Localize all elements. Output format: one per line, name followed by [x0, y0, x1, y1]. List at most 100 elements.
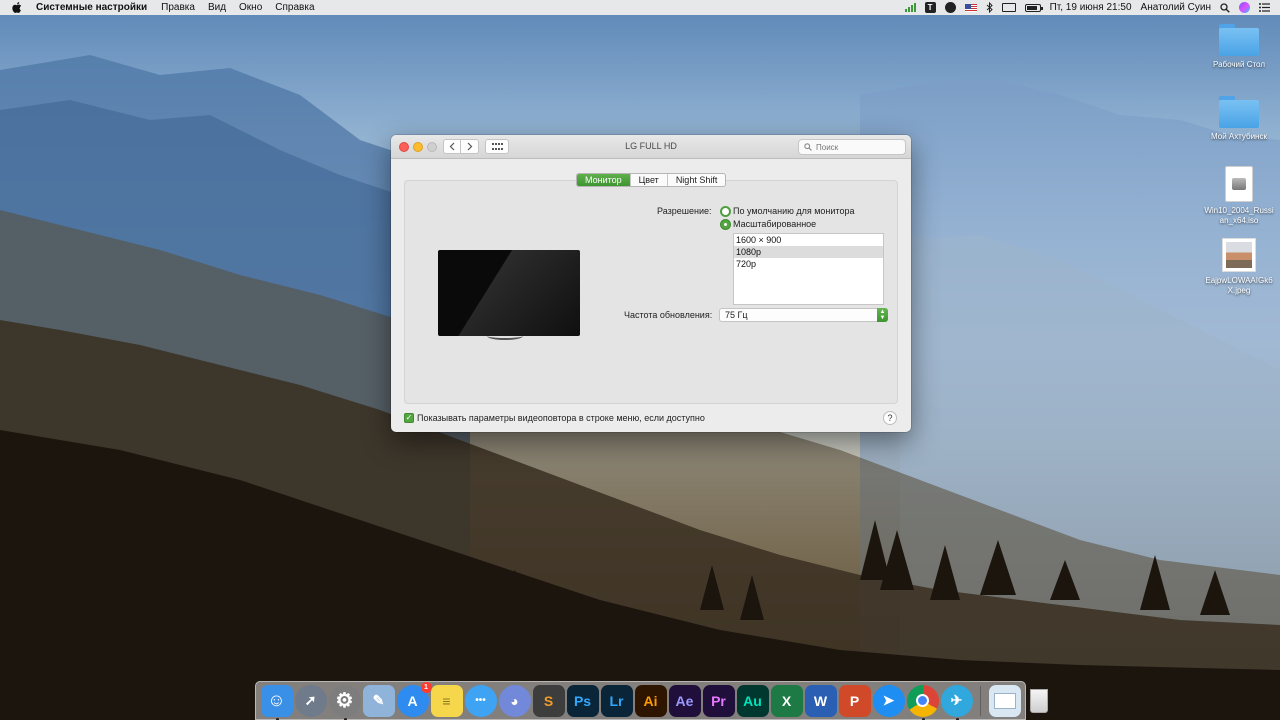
mirroring-checkbox-label[interactable]: Показывать параметры видеоповтора в стро… [417, 413, 705, 423]
trash-icon [1029, 688, 1048, 713]
resolution-label: Разрешение: [657, 206, 712, 216]
illustrator-icon: Ai [643, 692, 658, 709]
list-item[interactable]: 1080p [734, 246, 883, 258]
excel-icon: X [781, 692, 792, 709]
telegram-icon[interactable] [944, 2, 956, 13]
dock-excel[interactable]: X [770, 684, 803, 717]
desktop-folder-moy-akhtubinsk[interactable]: Мой Ахтубинск [1203, 96, 1275, 142]
desktop-item-label: Мой Ахтубинск [1211, 132, 1267, 141]
powerpoint-icon: P [849, 692, 860, 709]
dock-messages[interactable]: ••• [464, 684, 497, 717]
airplay-icon[interactable] [1001, 3, 1016, 12]
chrome-icon [916, 694, 929, 707]
dock-downloads-stack[interactable] [988, 684, 1021, 717]
dock-word[interactable]: W [804, 684, 837, 717]
menu-app-name[interactable]: Системные настройки [36, 2, 147, 13]
mirroring-checkbox[interactable]: ✓ [404, 413, 414, 423]
dock-lightroom[interactable]: Lr [600, 684, 633, 717]
radio-default-label[interactable]: По умолчанию для монитора [733, 206, 854, 216]
premiere-icon: Pr [711, 692, 726, 709]
dock-spark[interactable]: ➤ [872, 684, 905, 717]
dock-finder[interactable]: ☺ [260, 684, 293, 720]
signal-icon[interactable] [904, 2, 916, 14]
desktop-file-jpeg[interactable]: EajpwLOWAAIGk6X.jpeg [1203, 238, 1275, 296]
tab-color[interactable]: Цвет [629, 174, 667, 186]
list-item[interactable]: 1600 × 900 [734, 234, 883, 246]
refresh-rate-select[interactable]: 75 Гц ▲ ▼ [719, 308, 888, 322]
search-field[interactable] [798, 139, 906, 155]
spark-icon: ➤ [882, 692, 895, 708]
dock-chrome[interactable] [906, 684, 939, 720]
finder-icon: ☺ [267, 690, 286, 710]
scaled-resolution-list[interactable]: 1600 × 900 1080p 720p [733, 233, 884, 305]
tab-monitor[interactable]: Монитор [577, 174, 630, 186]
tab-night-shift[interactable]: Night Shift [666, 174, 726, 186]
dock-photoshop[interactable]: Ps [566, 684, 599, 717]
messages-icon: ••• [475, 695, 486, 706]
display-preferences-window: LG FULL HD Монитор Цвет Night Shift Разр… [391, 135, 911, 432]
notes-icon: ≡ [442, 692, 451, 709]
rocket-icon: ➚ [304, 692, 317, 708]
downloads-stack-icon [993, 692, 1016, 709]
dock-audition[interactable]: Au [736, 684, 769, 717]
dock-app-store[interactable]: A1 [396, 681, 432, 717]
updown-arrows-icon: ▲ ▼ [877, 308, 888, 322]
word-icon: W [813, 692, 828, 709]
radio-scaled-resolution[interactable] [720, 219, 731, 230]
dock: ☺ ➚ ⚙ ✎ A1 ≡ ••• ◕ S Ps Lr Ai Ae Pr Au X [255, 681, 1048, 720]
menu-window[interactable]: Окно [239, 2, 262, 13]
refresh-rate-label: Частота обновления: [624, 310, 713, 320]
us-flag-icon[interactable] [964, 3, 977, 12]
radio-scaled-label[interactable]: Масштабированное [733, 219, 816, 229]
menubar-datetime[interactable]: Пт, 19 июня 21:50 [1050, 2, 1132, 13]
dock-powerpoint[interactable]: P [838, 684, 871, 717]
menu-bar: Системные настройки Правка Вид Окно Спра… [0, 0, 1280, 15]
dock-trash[interactable] [1023, 685, 1055, 717]
bluetooth-icon[interactable] [986, 2, 993, 14]
disk-image-icon [1225, 166, 1253, 202]
apple-icon[interactable] [12, 2, 26, 13]
desktop-item-label: Рабочий Стол [1213, 60, 1265, 69]
refresh-rate-value: 75 Гц [725, 310, 748, 320]
dock-preview[interactable]: ✎ [362, 684, 395, 717]
dock-sublime-text[interactable]: S [532, 684, 565, 717]
battery-icon[interactable] [1024, 3, 1043, 12]
spotlight-icon[interactable] [1220, 2, 1230, 14]
monitor-stand [487, 332, 523, 340]
image-thumbnail-icon [1222, 238, 1256, 272]
display-panel: Разрешение: По умолчанию для монитора Ма… [404, 180, 898, 404]
photoshop-icon: Ps [573, 692, 592, 709]
menu-view[interactable]: Вид [208, 2, 226, 13]
dock-discord[interactable]: ◕ [498, 684, 531, 717]
search-icon [804, 143, 812, 151]
dock-telegram[interactable]: ✈ [940, 684, 973, 720]
siri-icon[interactable] [1239, 2, 1250, 13]
desktop-item-label: EajpwLOWAAIGk6X.jpeg [1205, 276, 1273, 295]
after-effects-icon: Ae [675, 692, 694, 709]
notification-badge: 1 [420, 681, 432, 693]
menubar-username[interactable]: Анатолий Суин [1141, 2, 1211, 13]
desktop-item-label: Win10_2004_Russian_x64.iso [1204, 206, 1274, 225]
menu-edit[interactable]: Правка [161, 2, 195, 13]
desktop-file-iso[interactable]: Win10_2004_Russian_x64.iso [1203, 166, 1275, 226]
menu-help[interactable]: Справка [275, 2, 314, 13]
notification-center-icon[interactable] [1259, 2, 1270, 14]
folder-icon [1219, 96, 1259, 128]
dock-illustrator[interactable]: Ai [634, 684, 667, 717]
radio-default-resolution[interactable] [720, 206, 731, 217]
dock-launchpad[interactable]: ➚ [294, 684, 327, 717]
tab-bar: Монитор Цвет Night Shift [576, 173, 727, 187]
window-titlebar[interactable]: LG FULL HD [391, 135, 911, 159]
dock-premiere-pro[interactable]: Pr [702, 684, 735, 717]
t-app-icon[interactable]: T [924, 2, 936, 13]
search-input[interactable] [816, 142, 896, 152]
desktop-folder-rabochiy-stol[interactable]: Рабочий Стол [1203, 24, 1275, 70]
dock-system-preferences[interactable]: ⚙ [328, 684, 361, 720]
sublime-icon: S [543, 692, 554, 709]
dock-after-effects[interactable]: Ae [668, 684, 701, 717]
dock-notes[interactable]: ≡ [430, 684, 463, 717]
help-button[interactable]: ? [883, 411, 897, 425]
folder-icon [1219, 24, 1259, 56]
discord-icon: ◕ [510, 692, 519, 709]
list-item[interactable]: 720p [734, 258, 883, 270]
